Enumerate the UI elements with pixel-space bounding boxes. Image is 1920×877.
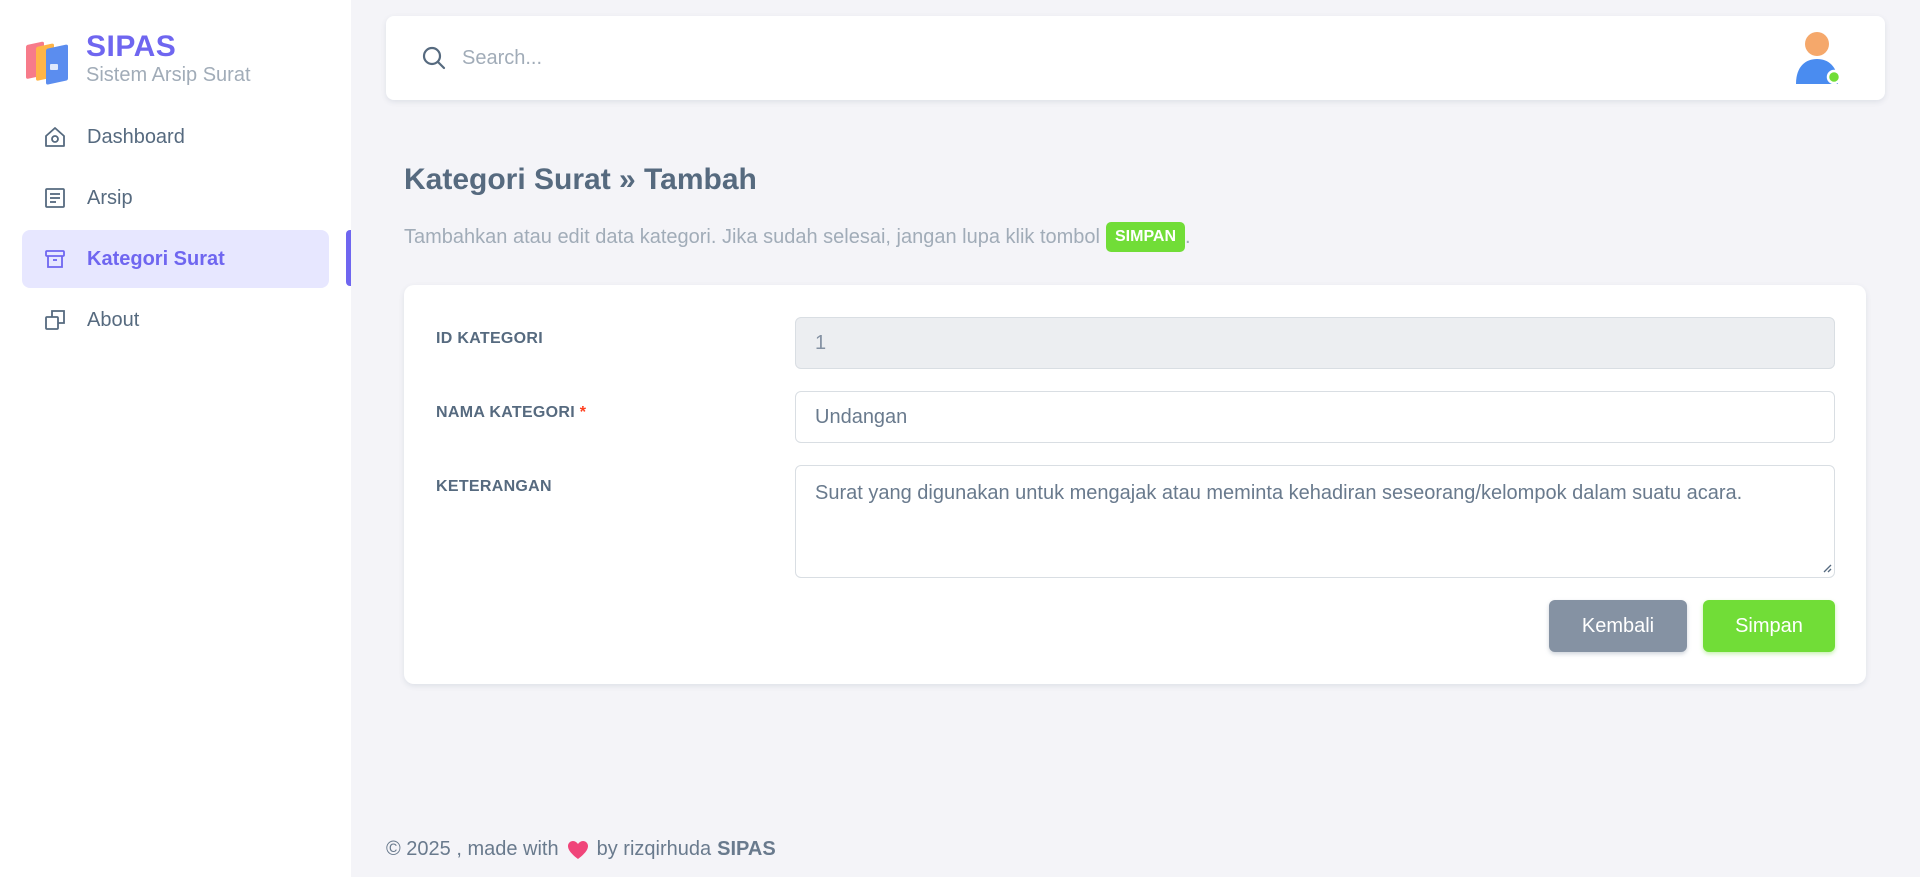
online-status-dot: [1826, 69, 1842, 85]
sidebar-item-label: Kategori Surat: [87, 247, 225, 270]
footer: © 2025 , made with by rizqirhuda SIPAS: [386, 838, 776, 861]
footer-by: by rizqirhuda: [596, 838, 712, 860]
footer-brand-link[interactable]: SIPAS: [717, 838, 776, 861]
sidebar-item-dashboard[interactable]: Dashboard: [22, 108, 329, 166]
brand-subtitle: Sistem Arsip Surat: [86, 63, 251, 86]
archive-icon: [42, 246, 68, 272]
page-title: Kategori Surat » Tambah: [404, 163, 757, 196]
top-navbar: [386, 16, 1885, 100]
sidebar-item-label: Dashboard: [87, 125, 185, 148]
books-logo-icon: [26, 41, 68, 85]
kembali-button[interactable]: Kembali: [1549, 600, 1687, 652]
sidebar-item-label: Arsip: [87, 186, 133, 209]
document-icon: [42, 185, 68, 211]
sidebar-item-kategori-surat[interactable]: Kategori Surat: [22, 230, 329, 288]
footer-prefix: © 2025 , made with: [386, 838, 559, 860]
sidebar-item-label: About: [87, 308, 140, 331]
sidebar-item-arsip[interactable]: Arsip: [22, 169, 329, 227]
resize-grip-icon[interactable]: [1822, 563, 1832, 573]
page-description: Tambahkan atau edit data kategori. Jika …: [404, 222, 1191, 252]
id-kategori-field: [795, 317, 1835, 369]
sidebar-item-about[interactable]: About: [22, 291, 329, 349]
nama-kategori-field[interactable]: [795, 391, 1835, 443]
active-indicator: [346, 230, 351, 286]
keterangan-label: KETERANGAN: [436, 478, 552, 495]
search-input[interactable]: [462, 38, 1112, 78]
simpan-badge: SIMPAN: [1106, 222, 1186, 252]
sidebar: SIPAS Sistem Arsip Surat Dashboard Arsip…: [0, 0, 351, 877]
category-form-card: ID KATEGORI NAMA KATEGORI * KETERANGAN S…: [404, 285, 1866, 684]
nama-kategori-label-text: NAMA KATEGORI: [436, 404, 576, 421]
heart-icon: [567, 840, 589, 860]
simpan-button[interactable]: Simpan: [1703, 600, 1835, 652]
brand[interactable]: SIPAS Sistem Arsip Surat: [22, 30, 251, 86]
home-icon: [42, 124, 68, 150]
keterangan-textarea[interactable]: Surat yang digunakan untuk mengajak atau…: [795, 465, 1835, 578]
page-description-end: .: [1185, 225, 1191, 248]
nama-kategori-label: NAMA KATEGORI *: [436, 404, 586, 422]
required-mark: *: [579, 404, 587, 421]
sidebar-menu: Dashboard Arsip Kategori Surat About: [22, 108, 329, 352]
brand-name: SIPAS: [86, 29, 177, 63]
page-description-text: Tambahkan atau edit data kategori. Jika …: [404, 225, 1100, 248]
copy-icon: [42, 307, 68, 333]
search-icon[interactable]: [419, 43, 449, 73]
user-avatar[interactable]: [1792, 30, 1842, 86]
id-kategori-label: ID KATEGORI: [436, 330, 544, 347]
